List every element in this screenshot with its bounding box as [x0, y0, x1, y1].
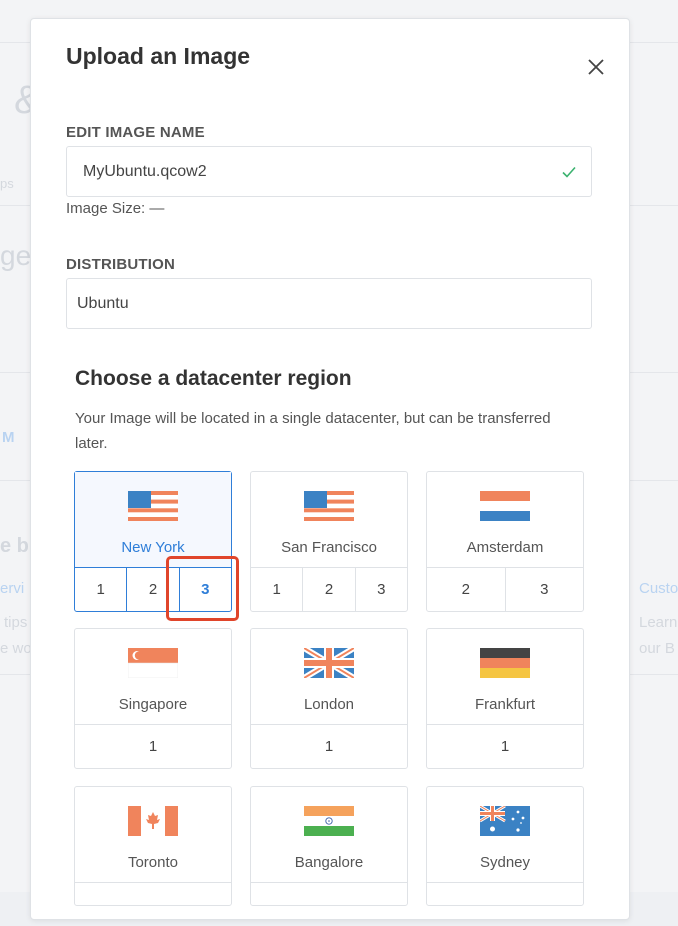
image-name-input[interactable]: MyUbuntu.qcow2 [66, 146, 592, 197]
distribution-input[interactable]: Ubuntu [66, 278, 592, 329]
us-flag-icon [304, 491, 354, 521]
region-name: Singapore [118, 696, 188, 713]
australia-flag-icon [480, 806, 530, 836]
bg-fragment: M [2, 429, 15, 446]
region-card-sydney[interactable]: Sydney [426, 786, 584, 906]
bg-fragment: tips [4, 614, 28, 631]
datacenter-option-2[interactable]: 2 [302, 568, 354, 611]
region-name: Sydney [479, 854, 531, 871]
datacenter-option-1[interactable]: 1 [75, 725, 231, 768]
region-name: San Francisco [281, 539, 377, 556]
region-name: Frankfurt [474, 696, 535, 713]
datacenter-option-1[interactable]: 1 [251, 725, 407, 768]
datacenter-options [75, 882, 231, 926]
modal-title: Upload an Image [66, 43, 251, 69]
datacenter-options [427, 882, 583, 926]
distribution-value: Ubuntu [77, 295, 129, 312]
bg-fragment: ervi [0, 580, 25, 597]
india-flag-icon [304, 806, 354, 836]
region-section-title: Choose a datacenter region [75, 367, 352, 390]
datacenter-options [251, 882, 407, 926]
region-card-amsterdam[interactable]: Amsterdam 2 3 [426, 471, 584, 612]
selection-highlight [166, 556, 239, 621]
distribution-label: DISTRIBUTION [66, 256, 176, 273]
region-card-frankfurt[interactable]: Frankfurt 1 [426, 628, 584, 769]
datacenter-option-3[interactable]: 3 [354, 568, 407, 611]
region-name: Bangalore [294, 854, 364, 871]
region-name: Amsterdam [466, 539, 544, 556]
bg-fragment: Custo [639, 580, 678, 597]
uk-flag-icon [304, 648, 354, 678]
bg-fragment: e b [0, 535, 29, 557]
region-card-bangalore[interactable]: Bangalore [250, 786, 408, 906]
singapore-flag-icon [128, 648, 178, 678]
germany-flag-icon [480, 648, 530, 678]
bg-fragment: ge [0, 240, 32, 271]
bg-fragment: e wo [0, 640, 32, 657]
datacenter-option-1[interactable]: 1 [427, 725, 583, 768]
region-name: Toronto [127, 854, 179, 871]
close-button[interactable] [584, 55, 608, 79]
region-card-toronto[interactable]: Toronto [74, 786, 232, 906]
netherlands-flag-icon [480, 491, 530, 521]
canada-flag-icon [128, 806, 178, 836]
region-section-description: Your Image will be located in a single d… [75, 410, 551, 452]
bg-fragment: ps [0, 176, 14, 191]
close-icon [588, 59, 604, 75]
datacenter-option-1[interactable]: 1 [75, 568, 126, 611]
datacenter-option-2[interactable]: 2 [427, 568, 505, 611]
image-name-label: EDIT IMAGE NAME [66, 124, 205, 141]
datacenter-option-3[interactable]: 3 [504, 568, 584, 611]
region-card-san-francisco[interactable]: San Francisco 1 2 3 [250, 471, 408, 612]
region-card-singapore[interactable]: Singapore 1 [74, 628, 232, 769]
upload-image-modal: Upload an Image EDIT IMAGE NAME MyUbuntu… [30, 18, 630, 920]
region-card-london[interactable]: London 1 [250, 628, 408, 769]
region-name: London [303, 696, 355, 713]
region-name: New York [121, 539, 185, 556]
bg-fragment: our B [639, 640, 675, 657]
bg-fragment: Learn [639, 614, 678, 631]
datacenter-option-1[interactable]: 1 [251, 568, 302, 611]
image-size-text: Image Size: — [66, 200, 165, 217]
checkmark-icon [562, 166, 576, 178]
us-flag-icon [128, 491, 178, 521]
image-name-value: MyUbuntu.qcow2 [83, 163, 207, 180]
